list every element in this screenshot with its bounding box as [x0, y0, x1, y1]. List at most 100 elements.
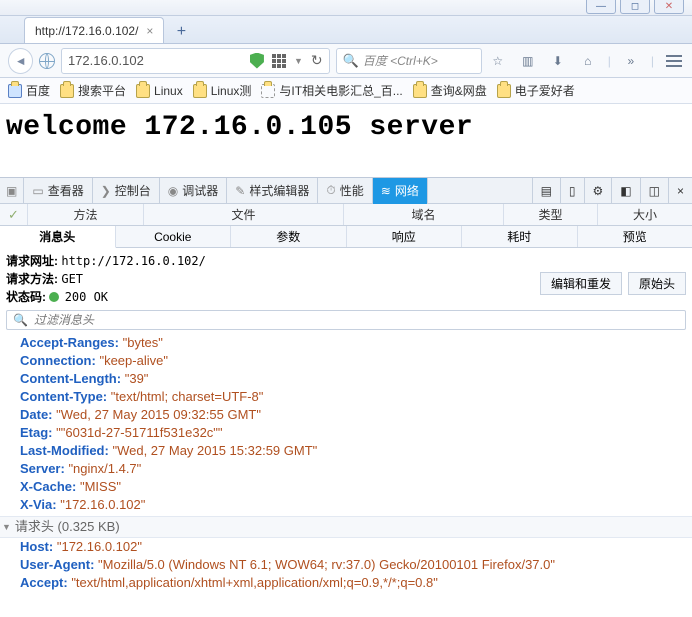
back-button[interactable]: ◄ — [8, 48, 33, 74]
filter-headers-input[interactable] — [34, 313, 679, 327]
request-headers-section[interactable]: ▼请求头 (0.325 KB) — [0, 516, 692, 538]
popout-icon[interactable]: ◫ — [640, 178, 668, 204]
bookmark-label: 查询&网盘 — [431, 82, 487, 99]
col-domain[interactable]: 域名 — [344, 204, 504, 225]
responsive-icon[interactable]: ▯ — [560, 178, 584, 204]
browser-tab[interactable]: http://172.16.0.102/ × — [24, 17, 164, 43]
folder-icon — [136, 84, 150, 98]
header-key: User-Agent: — [20, 557, 94, 572]
folder-icon — [497, 84, 511, 98]
col-type[interactable]: 类型 — [504, 204, 598, 225]
bookmark-item[interactable]: 搜索平台 — [60, 82, 126, 99]
req-status-label: 状态码: — [6, 290, 46, 304]
search-box[interactable]: 🔍 百度 <Ctrl+K> — [336, 48, 482, 74]
header-key: Last-Modified: — [20, 443, 109, 458]
folder-icon — [413, 84, 427, 98]
header-value: "172.16.0.102" — [57, 539, 142, 554]
header-value: "Wed, 27 May 2015 15:32:59 GMT" — [112, 443, 317, 458]
bookmark-label: 与IT相关电影汇总_百... — [279, 82, 402, 99]
dropdown-icon[interactable]: ▼ — [294, 56, 303, 66]
header-value: ""6031d-27-51711f531e32c"" — [56, 425, 222, 440]
col-size[interactable]: 大小 — [598, 204, 692, 225]
gear-icon[interactable]: ⚙ — [584, 178, 612, 204]
close-window-button[interactable]: ✕ — [654, 0, 684, 14]
bookmark-label: Linux测 — [211, 82, 252, 99]
req-tab-preview[interactable]: 预览 — [578, 226, 692, 247]
req-tab-cookies[interactable]: Cookie — [116, 226, 232, 247]
header-line: Content-Length: "39" — [0, 370, 692, 388]
tab-network[interactable]: ≋网络 — [373, 178, 428, 204]
star-icon[interactable]: ☆ — [488, 54, 508, 68]
req-tab-timing[interactable]: 耗时 — [462, 226, 578, 247]
header-line: Content-Type: "text/html; charset=UTF-8" — [0, 388, 692, 406]
bookmark-item[interactable]: 查询&网盘 — [413, 82, 487, 99]
folder-icon — [193, 84, 207, 98]
header-line: Accept-Ranges: "bytes" — [0, 334, 692, 352]
header-value: "39" — [125, 371, 149, 386]
tab-console[interactable]: ❯控制台 — [93, 178, 160, 204]
header-key: Accept-Ranges: — [20, 335, 119, 350]
downloads-icon[interactable]: ⬇ — [548, 54, 568, 68]
devtools-toggle-icon[interactable]: ▣ — [0, 178, 24, 204]
tab-inspector[interactable]: ▭查看器 — [24, 178, 92, 204]
reload-icon[interactable]: ↻ — [311, 52, 323, 69]
header-value: "Wed, 27 May 2015 09:32:55 GMT" — [56, 407, 261, 422]
header-key: Date: — [20, 407, 53, 422]
header-value: "text/html,application/xhtml+xml,applica… — [71, 575, 438, 590]
header-line: Host: "172.16.0.102" — [0, 538, 692, 556]
bookmarks-sidebar-icon[interactable]: ▥ — [518, 54, 538, 68]
favicon-icon — [261, 84, 275, 98]
header-key: Host: — [20, 539, 53, 554]
url-box[interactable]: ▼ ↻ — [61, 48, 330, 74]
header-key: Server: — [20, 461, 65, 476]
req-url-value: http://172.16.0.102/ — [61, 254, 206, 268]
dock-toggle-icon[interactable]: ◧ — [611, 178, 639, 204]
menu-button[interactable] — [664, 55, 684, 67]
section-label: 请求头 (0.325 KB) — [15, 518, 120, 536]
collapse-icon: ▼ — [2, 518, 11, 536]
bookmark-item[interactable]: Linux — [136, 84, 183, 98]
req-tab-headers[interactable]: 消息头 — [0, 226, 116, 248]
minimize-button[interactable]: — — [586, 0, 616, 14]
bookmark-item[interactable]: Linux测 — [193, 82, 252, 99]
bookmark-item[interactable]: 百度 — [8, 82, 50, 99]
network-columns: ✓ 方法 文件 域名 类型 大小 — [0, 204, 692, 226]
bookmark-item[interactable]: 与IT相关电影汇总_百... — [261, 82, 402, 99]
devtools: ▣ ▭查看器 ❯控制台 ◉调试器 ✎样式编辑器 ⏱性能 ≋网络 ▤ ▯ ⚙ ◧ … — [0, 177, 692, 607]
req-tab-response[interactable]: 响应 — [347, 226, 463, 247]
close-tab-icon[interactable]: × — [146, 24, 153, 38]
overflow-icon[interactable]: » — [621, 54, 641, 68]
qr-icon[interactable] — [272, 54, 286, 68]
tab-style-editor[interactable]: ✎样式编辑器 — [227, 178, 318, 204]
bookmark-item[interactable]: 电子爱好者 — [497, 82, 575, 99]
tab-debugger[interactable]: ◉调试器 — [160, 178, 228, 204]
close-devtools-icon[interactable]: × — [668, 178, 692, 204]
favicon-icon — [8, 84, 22, 98]
tab-strip: http://172.16.0.102/ × + — [0, 16, 692, 44]
col-method[interactable]: 方法 — [28, 204, 144, 225]
url-input[interactable] — [68, 53, 244, 68]
home-icon[interactable]: ⌂ — [578, 54, 598, 68]
url-right-icons: ▼ ↻ — [250, 52, 323, 69]
search-placeholder: 百度 <Ctrl+K> — [363, 52, 438, 69]
req-tab-params[interactable]: 参数 — [231, 226, 347, 247]
header-value: "keep-alive" — [99, 353, 168, 368]
raw-headers-button[interactable]: 原始头 — [628, 272, 686, 295]
new-tab-button[interactable]: + — [168, 21, 194, 43]
maximize-button[interactable]: ◻ — [620, 0, 650, 14]
header-value: "text/html; charset=UTF-8" — [111, 389, 264, 404]
req-status-value: 200 OK — [65, 290, 108, 304]
page-content: welcome 172.16.0.105 server — [0, 104, 692, 147]
filter-search-icon: 🔍 — [13, 313, 28, 327]
bookmark-label: 百度 — [26, 82, 50, 99]
header-value: "172.16.0.102" — [60, 497, 145, 512]
edit-resend-button[interactable]: 编辑和重发 — [540, 272, 622, 295]
dock-side-icon[interactable]: ▤ — [532, 178, 560, 204]
req-method-label: 请求方法: — [6, 272, 58, 286]
header-line: Last-Modified: "Wed, 27 May 2015 15:32:5… — [0, 442, 692, 460]
tab-performance[interactable]: ⏱性能 — [318, 178, 372, 204]
header-line: X-Via: "172.16.0.102" — [0, 496, 692, 514]
col-file[interactable]: 文件 — [144, 204, 344, 225]
header-value: "nginx/1.4.7" — [68, 461, 141, 476]
shield-icon[interactable] — [250, 53, 264, 69]
